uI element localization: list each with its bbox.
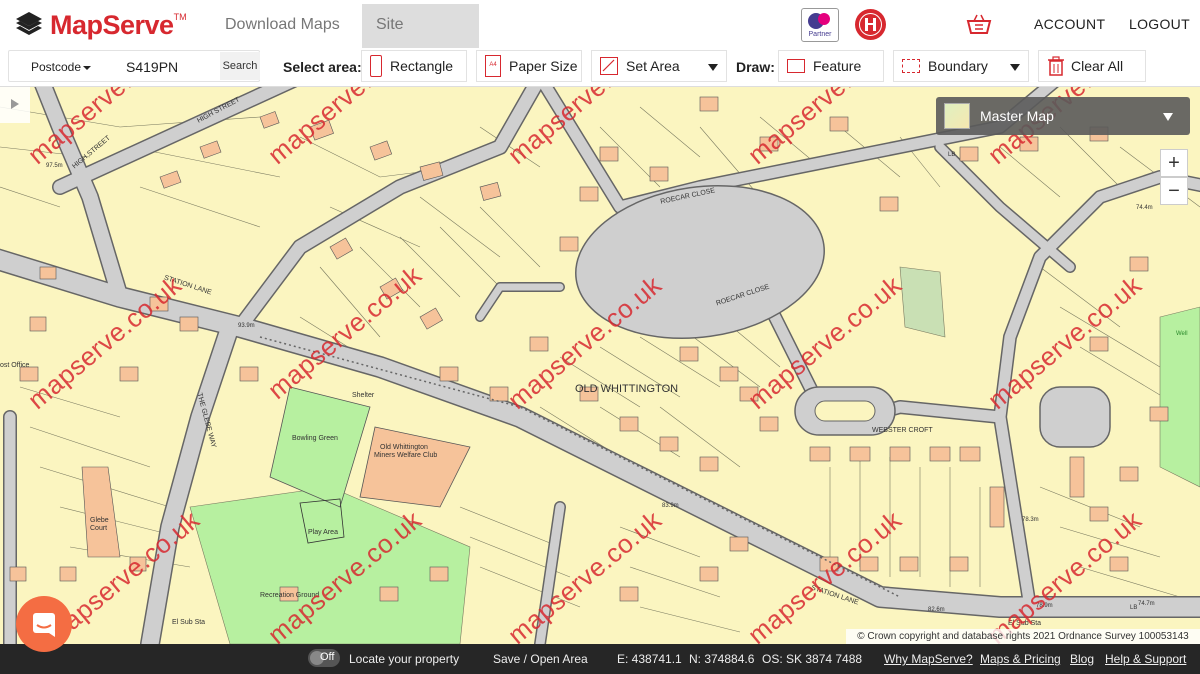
diagonal-arrow-icon	[602, 59, 615, 72]
os-grid-readout: OS: SK 3874 7488	[762, 652, 863, 666]
mapserve-logo[interactable]: MapServe TM	[14, 8, 187, 42]
label-lb: LB	[948, 152, 956, 158]
spot-height-2: 93.9m	[238, 323, 255, 329]
spot-height-8: 74.4m	[1136, 205, 1153, 211]
label-club: Old Whittington	[380, 444, 428, 451]
map-canvas[interactable]: OLD WHITTINGTON Bowling Green Old Whitti…	[0, 87, 1200, 644]
select-area-label: Select area:	[283, 59, 362, 75]
paper-icon: A4	[485, 55, 501, 77]
label-well: Well	[1176, 331, 1188, 337]
feature-label: Feature	[813, 58, 862, 74]
layers-logo-icon	[16, 12, 42, 35]
trash-icon	[1048, 56, 1064, 76]
maps-pricing-link[interactable]: Maps & Pricing	[980, 652, 1061, 666]
trademark: TM	[173, 12, 187, 22]
turning-head	[1039, 386, 1111, 448]
label-club2: Miners Welfare Club	[374, 452, 438, 459]
search-button[interactable]: Search	[220, 52, 260, 80]
map-thumbnail-icon	[944, 103, 970, 129]
top-bar: MapServe TM Download Maps Site Analyser …	[0, 0, 1200, 75]
clear-all-label: Clear All	[1071, 58, 1124, 74]
layer-dropdown-icon	[1163, 113, 1173, 121]
rectangle-icon	[370, 55, 382, 77]
why-mapserve-link[interactable]: Why MapServe?	[884, 652, 973, 666]
zoom-out-button[interactable]: −	[1160, 177, 1188, 205]
boundary-dropdown-icon[interactable]	[1010, 64, 1020, 71]
label-play-area: Play Area	[308, 529, 338, 536]
feature-button[interactable]: Feature	[778, 50, 884, 82]
boundary-button[interactable]: Boundary	[893, 50, 1029, 82]
label-lb-2: LB	[1130, 605, 1138, 611]
set-area-dropdown-icon[interactable]	[708, 64, 718, 71]
sidebar-expander[interactable]	[0, 87, 30, 123]
label-shelter: Shelter	[352, 392, 375, 399]
zoom-in-button[interactable]: +	[1160, 149, 1188, 177]
set-area-button[interactable]: Set Area	[591, 50, 727, 82]
locate-label: Locate your property	[349, 652, 460, 666]
label-old-whittington: OLD WHITTINGTON	[575, 383, 679, 395]
layer-switcher[interactable]: Master Map	[936, 97, 1190, 135]
help-support-link[interactable]: Help & Support	[1105, 652, 1186, 666]
resize-icon	[600, 57, 618, 75]
label-bowling-green: Bowling Green	[292, 435, 338, 442]
search-input[interactable]: S419PN	[126, 59, 178, 75]
basket-icon[interactable]	[966, 14, 992, 36]
draw-label: Draw:	[736, 59, 775, 75]
bowling-green-area	[269, 386, 371, 508]
blog-link[interactable]: Blog	[1070, 652, 1094, 666]
boundary-label: Boundary	[928, 58, 988, 74]
toggle-state: Off	[320, 651, 335, 663]
tab-download-maps[interactable]: Download Maps	[211, 4, 354, 48]
boundary-icon	[902, 59, 920, 73]
rectangle-label: Rectangle	[390, 58, 454, 74]
garden-area	[899, 266, 946, 338]
locate-toggle[interactable]: Off	[308, 649, 340, 667]
clear-all-button[interactable]: Clear All	[1038, 50, 1146, 82]
account-link[interactable]: ACCOUNT	[1034, 0, 1105, 48]
paper-size-button[interactable]: A4 Paper Size	[476, 50, 582, 82]
feature-icon	[787, 59, 805, 73]
label-glebe-court: Glebe	[90, 517, 109, 524]
os-logo-icon	[808, 13, 830, 29]
easting-readout: E: 438741.1	[617, 652, 682, 666]
spot-height-7: 74.7m	[1138, 601, 1155, 607]
brand-name: MapServe	[50, 9, 174, 40]
northing-readout: N: 374884.6	[689, 652, 755, 666]
rectangle-button[interactable]: Rectangle	[361, 50, 467, 82]
set-area-label: Set Area	[626, 58, 680, 74]
spot-height-3: 83.9m	[662, 503, 679, 509]
crest-icon	[855, 9, 886, 40]
paper-size-label: Paper Size	[509, 58, 578, 74]
spot-height-6: 78.3m	[1022, 517, 1039, 523]
club-building	[359, 426, 471, 508]
save-open-link[interactable]: Save / Open Area	[493, 652, 588, 666]
play-arrow-icon	[11, 99, 19, 109]
label-sub-sta: El Sub Sta	[172, 619, 206, 626]
layer-name: Master Map	[980, 108, 1054, 124]
tab-site-analyser[interactable]: Site Analyser	[362, 4, 479, 75]
toolbar: Postcode S419PN Search Select area: Rect…	[0, 48, 1200, 87]
webster-croft-island	[814, 400, 876, 422]
os-partner-badge: Partner	[801, 8, 839, 42]
partner-text: Partner	[808, 31, 832, 38]
postcode-search: Postcode S419PN Search	[8, 50, 260, 82]
recreation-ground-area	[189, 486, 471, 644]
copyright-notice: © Crown copyright and database rights 20…	[846, 629, 1200, 644]
glebe-court-building	[81, 466, 121, 558]
chevron-down-icon	[83, 66, 91, 70]
seal-icon	[859, 13, 882, 36]
chat-launcher[interactable]	[16, 596, 72, 652]
spot-height-4: 82.6m	[928, 607, 945, 613]
search-type-select[interactable]: Postcode	[31, 60, 81, 74]
chat-icon	[33, 613, 55, 637]
logout-link[interactable]: LOGOUT	[1129, 0, 1190, 48]
status-bar: Off Locate your property Save / Open Are…	[0, 644, 1200, 674]
label-post-office: ost Office	[0, 362, 30, 369]
label-glebe-court-2: Court	[90, 525, 108, 532]
label-webster-croft: WEBSTER CROFT	[872, 427, 933, 434]
